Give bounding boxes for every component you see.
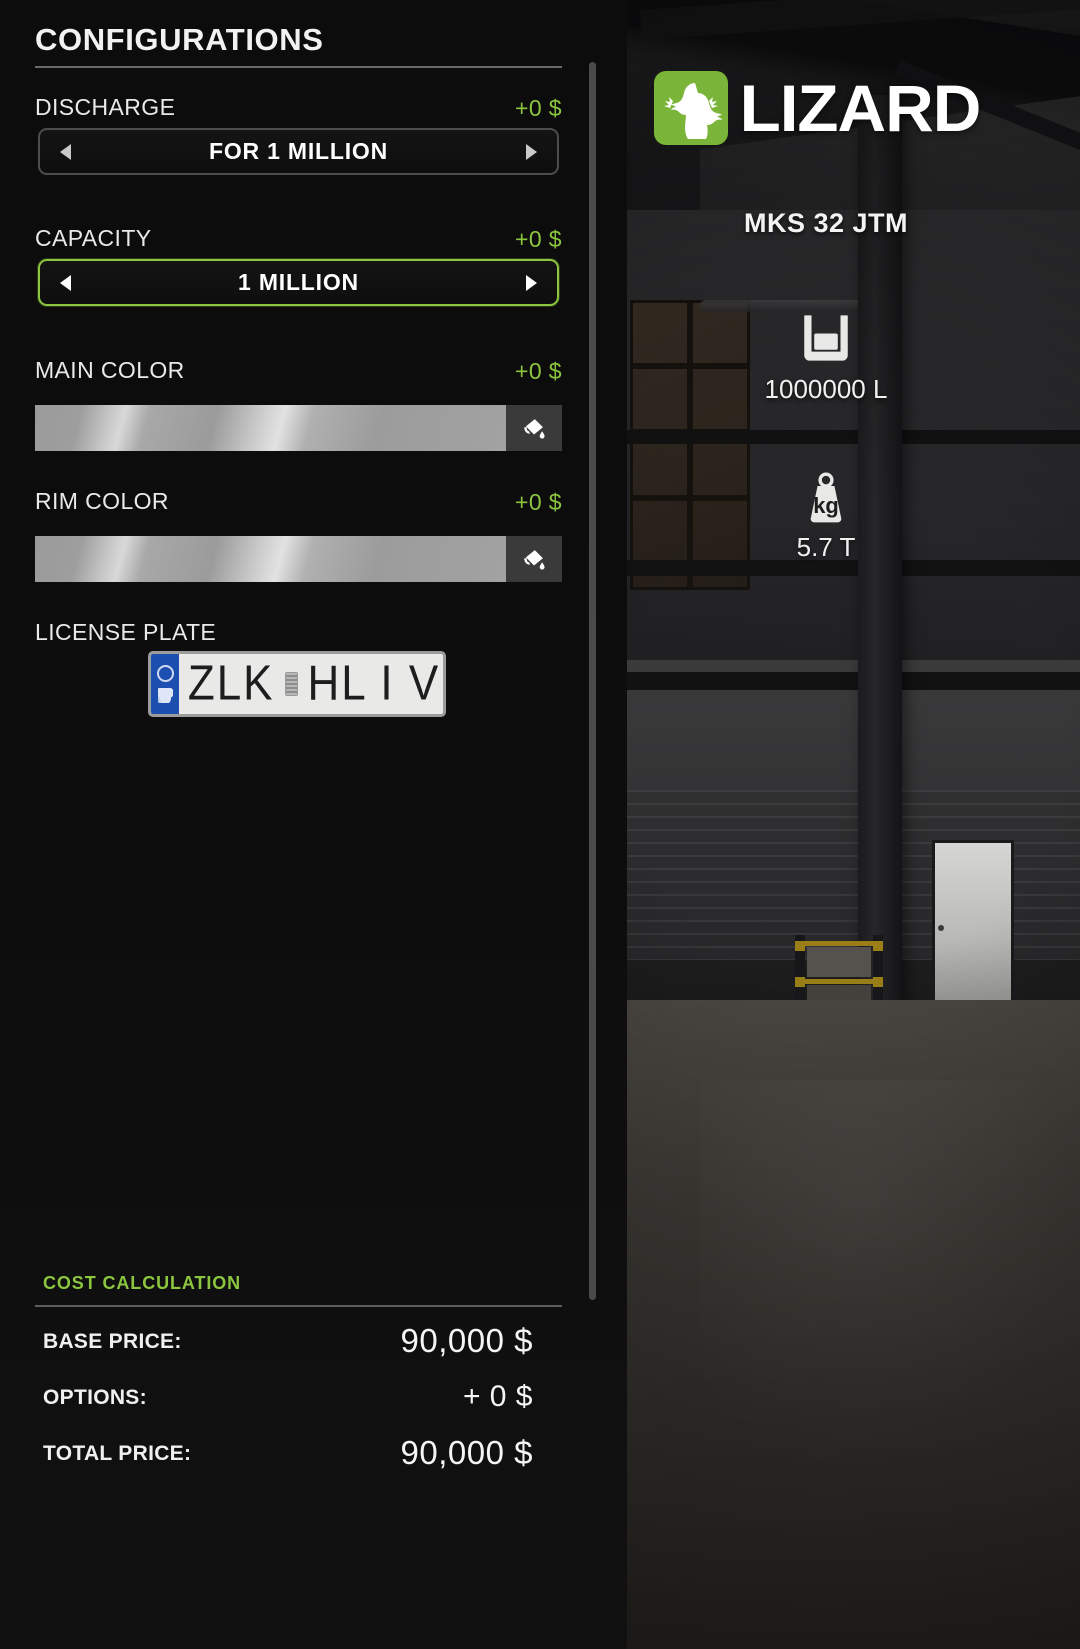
options-label: OPTIONS: bbox=[43, 1386, 147, 1409]
spec-capacity: 1000000 L bbox=[626, 304, 1026, 405]
paint-bucket-icon bbox=[524, 550, 545, 570]
arrow-right-icon[interactable] bbox=[526, 143, 537, 160]
capacity-stepper[interactable]: 1 MILLION bbox=[38, 259, 559, 306]
eu-band bbox=[151, 654, 179, 714]
rim-color-label: RIM COLOR bbox=[35, 488, 169, 514]
scrollbar-thumb[interactable] bbox=[589, 62, 596, 1300]
cost-calculation-title: COST CALCULATION bbox=[43, 1273, 242, 1293]
rim-color-selector[interactable] bbox=[35, 536, 562, 582]
discharge-stepper[interactable]: FOR 1 MILLION bbox=[38, 128, 559, 175]
paint-bucket-icon bbox=[524, 419, 545, 439]
spec-weight: kg 5.7 T bbox=[626, 462, 1026, 563]
main-color-label: MAIN COLOR bbox=[35, 357, 185, 383]
capacity-value: 1 MILLION bbox=[238, 269, 359, 295]
discharge-price: +0 $ bbox=[514, 95, 562, 121]
discharge-label: DISCHARGE bbox=[35, 94, 176, 120]
brand-logo: LIZARD bbox=[654, 70, 982, 146]
capacity-bucket-icon bbox=[626, 304, 1026, 366]
rim-color-paint-button[interactable] bbox=[506, 536, 562, 582]
main-color-selector[interactable] bbox=[35, 405, 562, 451]
title-divider bbox=[35, 66, 562, 68]
vehicle-model-name: MKS 32 JTM bbox=[743, 208, 909, 238]
main-color-paint-button[interactable] bbox=[506, 405, 562, 451]
license-plate[interactable]: ZLK HL I V bbox=[148, 651, 446, 717]
total-price-value: 90,000 $ bbox=[400, 1434, 533, 1471]
capacity-label: CAPACITY bbox=[35, 225, 152, 251]
discharge-value: FOR 1 MILLION bbox=[208, 138, 389, 164]
lizard-icon bbox=[654, 71, 728, 145]
wall-mullion bbox=[620, 430, 1080, 444]
capacity-price: +0 $ bbox=[514, 226, 562, 252]
warehouse-door bbox=[932, 840, 1014, 1020]
configuration-panel: CONFIGURATIONS DISCHARGE +0 $ FOR 1 MILL… bbox=[0, 0, 627, 1649]
brand-name: LIZARD bbox=[739, 71, 982, 145]
license-plate-seal-icon bbox=[284, 672, 298, 696]
arrow-left-icon[interactable] bbox=[60, 274, 71, 291]
eu-emblem-icon bbox=[157, 688, 173, 704]
cost-divider bbox=[35, 1305, 562, 1307]
license-plate-number: HL I V bbox=[307, 656, 441, 711]
wall-mullion bbox=[620, 672, 1080, 690]
weight-kg-icon: kg bbox=[626, 462, 1026, 524]
eu-stars-icon bbox=[156, 664, 174, 682]
main-color-swatch[interactable] bbox=[35, 405, 506, 451]
arrow-right-icon[interactable] bbox=[526, 274, 537, 291]
shop-configuration-screen: LIZARD MKS 32 JTM 1000000 L kg 5.7 T CON… bbox=[0, 0, 1080, 1649]
rim-color-price: +0 $ bbox=[514, 489, 562, 515]
main-color-price: +0 $ bbox=[514, 358, 562, 384]
arrow-left-icon[interactable] bbox=[60, 143, 71, 160]
weight-value: 5.7 T bbox=[796, 532, 856, 562]
total-price-label: TOTAL PRICE: bbox=[43, 1442, 192, 1465]
base-price-label: BASE PRICE: bbox=[43, 1330, 182, 1353]
base-price-value: 90,000 $ bbox=[400, 1322, 533, 1359]
license-plate-field[interactable]: ZLK HL I V bbox=[148, 651, 446, 717]
svg-text:kg: kg bbox=[813, 493, 839, 518]
license-plate-label: LICENSE PLATE bbox=[35, 619, 217, 645]
floor-light-sheen bbox=[700, 1080, 1080, 1500]
options-value: + 0 $ bbox=[462, 1380, 533, 1413]
door-knob bbox=[938, 925, 944, 931]
license-plate-region: ZLK bbox=[187, 656, 275, 711]
rim-color-swatch[interactable] bbox=[35, 536, 506, 582]
capacity-value: 1000000 L bbox=[764, 374, 888, 404]
page-title: CONFIGURATIONS bbox=[35, 22, 324, 57]
